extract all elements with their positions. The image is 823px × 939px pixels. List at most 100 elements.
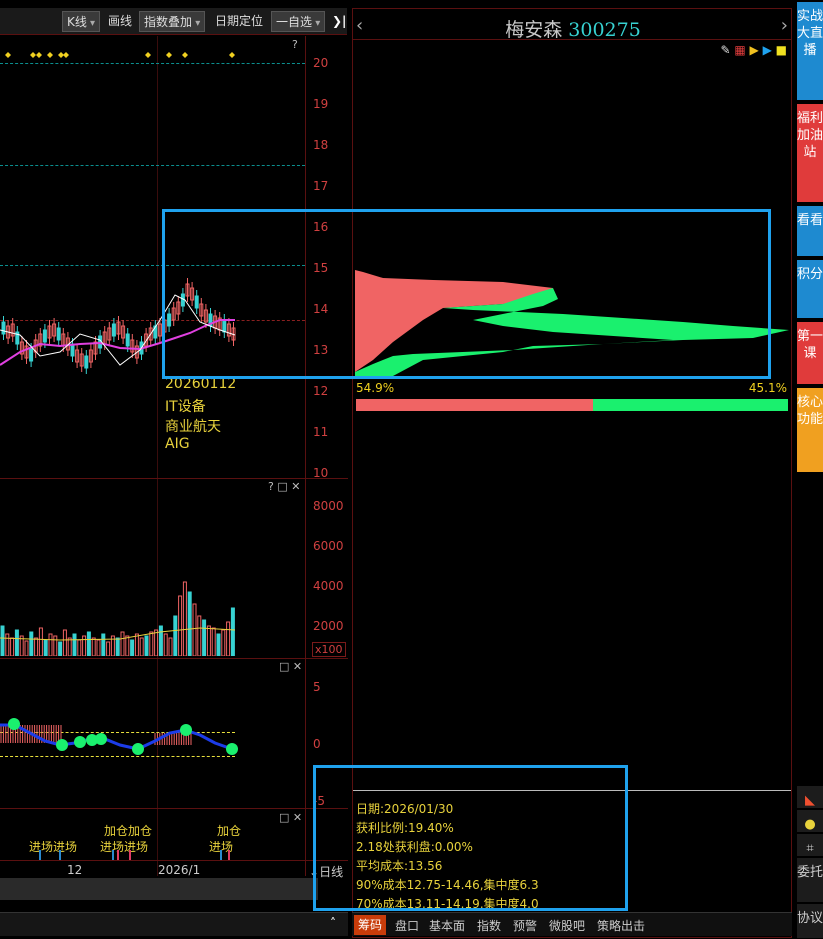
y-tick-label: 12 bbox=[313, 384, 329, 398]
sidebar-welfare[interactable]: 福利加油站 bbox=[797, 104, 823, 202]
volume-bar bbox=[48, 633, 53, 656]
volume-bar bbox=[86, 631, 91, 656]
volume-bar bbox=[163, 633, 168, 656]
sidebar-look[interactable]: 看看 bbox=[797, 206, 823, 256]
crop-icon[interactable]: ⌗ bbox=[797, 834, 823, 856]
candle-body bbox=[29, 348, 34, 362]
signal-markers bbox=[5, 52, 235, 58]
volume-bar bbox=[216, 633, 221, 656]
draw-button[interactable]: 画线 bbox=[104, 11, 136, 32]
y-tick-label: 8000 bbox=[313, 499, 344, 513]
y-tick-label: 19 bbox=[313, 97, 329, 111]
y-tick-label: 20 bbox=[313, 56, 329, 70]
diamond-marker bbox=[36, 52, 42, 58]
tab-alert[interactable]: 预警 bbox=[513, 917, 537, 934]
panel-divider bbox=[0, 478, 348, 479]
volume-controls[interactable]: ? □ ✕ bbox=[268, 480, 300, 493]
book-icon[interactable]: ■ bbox=[776, 43, 787, 57]
volume-bar bbox=[158, 625, 163, 656]
volume-bar bbox=[34, 637, 39, 656]
volume-bar bbox=[24, 640, 29, 656]
candle-body bbox=[1, 321, 6, 335]
time-tick: 12 bbox=[67, 863, 83, 877]
eraser-icon[interactable]: ✎ bbox=[720, 43, 730, 57]
kline-dropdown[interactable]: K线 bbox=[62, 11, 101, 32]
tab-index[interactable]: 指数 bbox=[477, 917, 501, 934]
flag-blue-icon[interactable]: ▶ bbox=[763, 43, 772, 57]
volume-bar bbox=[67, 637, 72, 656]
volume-bar bbox=[82, 635, 87, 656]
speaker-icon[interactable]: ◣ bbox=[797, 786, 823, 808]
chart-toolbar: K线 画线 指数叠加 日期定位 一自选 ❯| bbox=[0, 8, 347, 35]
indicator-controls[interactable]: □ ✕ bbox=[279, 660, 302, 673]
tab-chip[interactable]: 筹码 bbox=[354, 915, 387, 935]
volume-bar bbox=[14, 629, 19, 656]
volume-bar bbox=[144, 635, 149, 656]
volume-bar bbox=[192, 603, 197, 656]
face-icon bbox=[56, 739, 68, 751]
loss-pct: 45.1% bbox=[748, 381, 787, 395]
ratio-bar-profit bbox=[356, 399, 594, 411]
sidebar-order[interactable]: 委托 bbox=[797, 858, 823, 902]
volume-bar bbox=[168, 637, 173, 656]
sidebar-live[interactable]: 实战大直播 bbox=[797, 2, 823, 100]
volume-bar bbox=[130, 639, 135, 656]
y-tick-label: 6000 bbox=[313, 539, 344, 553]
volume-bar bbox=[230, 607, 235, 656]
date-locate-button[interactable]: 日期定位 bbox=[211, 11, 267, 32]
sidebar-points[interactable]: 积分 bbox=[797, 260, 823, 318]
volume-bar bbox=[0, 625, 5, 656]
price-level-line bbox=[0, 165, 305, 166]
face-icon bbox=[8, 718, 20, 730]
profit-pct: 54.9% bbox=[356, 381, 395, 395]
volume-bar bbox=[10, 637, 15, 656]
bottom-bar: ˄ bbox=[0, 912, 348, 936]
volume-bar bbox=[202, 619, 207, 656]
y-tick-label: 0 bbox=[313, 737, 321, 751]
title-divider bbox=[353, 39, 791, 40]
diamond-marker bbox=[229, 52, 235, 58]
expand-up-icon[interactable]: ˄ bbox=[330, 916, 336, 930]
signal-controls[interactable]: □ ✕ bbox=[279, 811, 302, 824]
chip-red-icon[interactable]: ▦ bbox=[734, 43, 745, 57]
volume-unit: x100 bbox=[312, 642, 346, 657]
collapse-icon[interactable]: ❯| bbox=[328, 11, 350, 32]
overlay-dropdown[interactable]: 指数叠加 bbox=[139, 11, 206, 32]
candle-body bbox=[42, 329, 47, 343]
y-tick-label: 2000 bbox=[313, 619, 344, 633]
volume-bar bbox=[62, 629, 67, 656]
volume-bar bbox=[139, 637, 144, 656]
face-icon bbox=[226, 743, 238, 755]
sidebar-lesson[interactable]: 第一课 bbox=[797, 322, 823, 384]
diamond-marker bbox=[166, 52, 172, 58]
tab-fundamentals[interactable]: 基本面 bbox=[429, 917, 465, 934]
y-tick-label: 4000 bbox=[313, 579, 344, 593]
volume-bar bbox=[77, 639, 82, 656]
sidebar-agreement[interactable]: 协议 bbox=[797, 904, 823, 938]
volume-bar bbox=[101, 633, 106, 656]
volume-bar bbox=[149, 631, 154, 656]
flag-icon[interactable]: ▶ bbox=[750, 43, 759, 57]
sidebar-core[interactable]: 核心功能 bbox=[797, 388, 823, 472]
watchlist-dropdown[interactable]: 一自选 bbox=[271, 11, 326, 32]
penguin-icon[interactable]: ● bbox=[797, 810, 823, 832]
volume-bar bbox=[211, 627, 216, 656]
face-icon bbox=[180, 724, 192, 736]
chip-tools: ✎ ▦ ▶ ▶ ■ bbox=[720, 43, 787, 57]
tab-strategy[interactable]: 策略出击 bbox=[597, 917, 645, 934]
tab-forum[interactable]: 微股吧 bbox=[549, 917, 585, 934]
volume-bar bbox=[221, 629, 226, 656]
volume-bar bbox=[226, 621, 231, 656]
volume-bar bbox=[115, 637, 120, 656]
stock-name: 梅安森 bbox=[505, 19, 563, 41]
volume-bar bbox=[197, 615, 202, 656]
volume-bar bbox=[125, 635, 130, 656]
diamond-marker bbox=[145, 52, 151, 58]
y-axis-divider bbox=[305, 36, 306, 876]
volume-bar bbox=[91, 637, 96, 656]
volume-bar bbox=[182, 581, 187, 656]
horizontal-scrollbar[interactable] bbox=[0, 878, 318, 900]
highlight-box-chip bbox=[162, 209, 771, 379]
y-tick-label: 18 bbox=[313, 138, 329, 152]
tab-orderbook[interactable]: 盘口 bbox=[395, 917, 419, 934]
